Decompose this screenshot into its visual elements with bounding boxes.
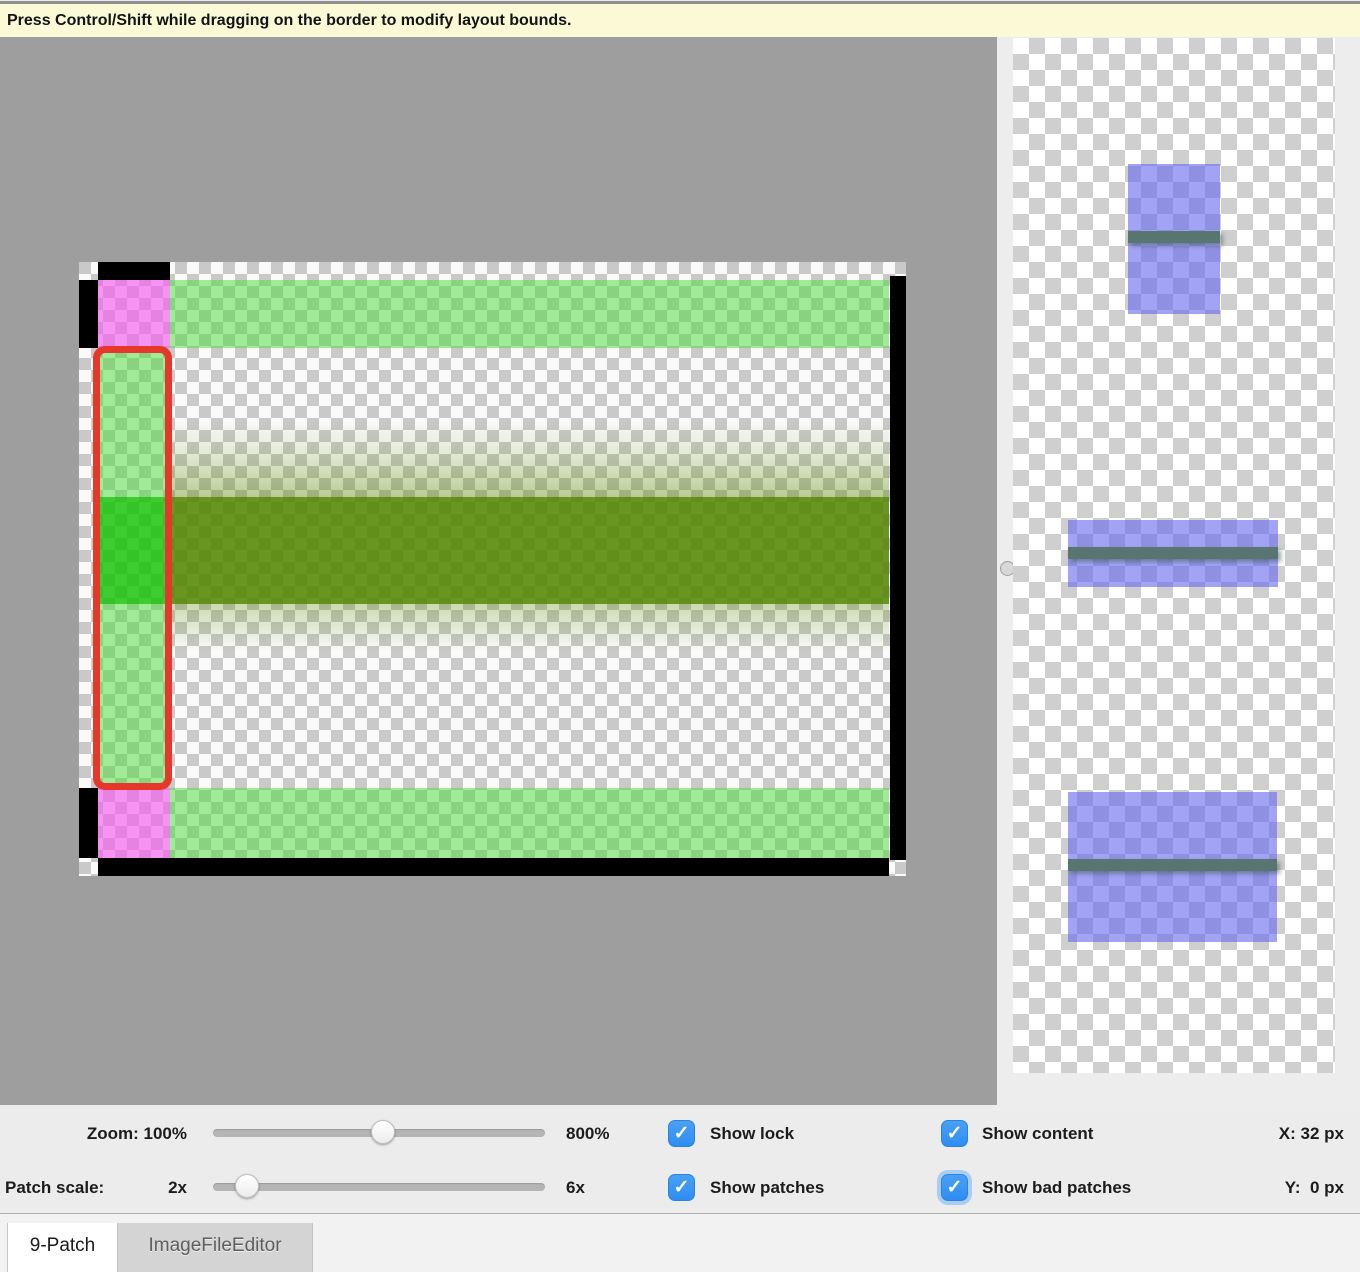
control-bar: Zoom: 100% 800% ✓ Show lock ✓ Show conte…: [0, 1105, 1360, 1213]
show-content-label[interactable]: Show content: [982, 1120, 1093, 1147]
cursor-x-readout: X: 32 px: [1238, 1120, 1344, 1147]
zoom-slider-thumb[interactable]: [371, 1120, 395, 1144]
zoom-max-label: 800%: [566, 1120, 609, 1147]
check-icon: ✓: [674, 1123, 690, 1144]
tab-bar: 9-Patch ImageFileEditor: [0, 1213, 1360, 1272]
stretch-marker-top[interactable]: [98, 262, 170, 280]
preview-divider-bar: [1068, 859, 1277, 871]
show-content-checkbox[interactable]: ✓: [941, 1120, 968, 1147]
check-icon: ✓: [947, 1123, 963, 1144]
padding-marker-bottom[interactable]: [98, 858, 889, 876]
patch-scale-slider-thumb[interactable]: [235, 1174, 259, 1198]
preview-divider-bar: [1068, 547, 1278, 559]
preview-checker: [1013, 38, 1335, 1073]
check-icon: ✓: [674, 1177, 690, 1198]
show-patches-label[interactable]: Show patches: [710, 1174, 824, 1201]
patch-scale-max-label: 6x: [566, 1174, 585, 1201]
hint-banner-text: Press Control/Shift while dragging on th…: [7, 12, 571, 29]
tab-9patch[interactable]: 9-Patch: [7, 1223, 118, 1272]
draw9patch-window: Press Control/Shift while dragging on th…: [0, 0, 1360, 1272]
zoom-value: 100%: [144, 1124, 187, 1143]
stretch-marker-left-upper[interactable]: [79, 280, 98, 348]
show-patches-checkbox[interactable]: ✓: [668, 1174, 695, 1201]
content-bar-band: [170, 497, 889, 604]
patch-scale-value: 2x: [120, 1174, 187, 1201]
zoom-label: Zoom: 100%: [0, 1120, 187, 1147]
corner-patch-top-left: [98, 280, 170, 348]
preview-vertical-stretch: [1128, 164, 1220, 314]
check-icon: ✓: [947, 1177, 963, 1198]
content-glow-below: [170, 604, 889, 652]
show-bad-patches-checkbox[interactable]: ✓: [941, 1174, 968, 1201]
padding-marker-right[interactable]: [890, 276, 906, 860]
patch-scale-slider-track[interactable]: [213, 1183, 545, 1191]
stretch-marker-left-lower[interactable]: [79, 788, 98, 858]
patch-scale-label: Patch scale:: [5, 1174, 104, 1201]
tab-imagefileeditor[interactable]: ImageFileEditor: [118, 1223, 313, 1272]
editor-pane: [0, 37, 997, 1105]
preview-both-stretch: [1068, 792, 1277, 942]
preview-divider-bar: [1128, 231, 1220, 243]
preview-pane: [997, 37, 1360, 1105]
stretch-band-top: [170, 280, 889, 348]
hint-banner: Press Control/Shift while dragging on th…: [0, 4, 1360, 37]
show-bad-patches-label[interactable]: Show bad patches: [982, 1174, 1131, 1201]
preview-horizontal-stretch: [1068, 520, 1278, 587]
show-lock-checkbox[interactable]: ✓: [668, 1120, 695, 1147]
show-lock-label[interactable]: Show lock: [710, 1120, 794, 1147]
cursor-y-readout: Y: 0 px: [1238, 1174, 1344, 1201]
corner-patch-bottom-left: [98, 788, 170, 858]
content-glow-above: [170, 420, 889, 497]
ninepatch-canvas[interactable]: [79, 262, 906, 876]
bad-patch-outline: [93, 346, 172, 790]
stretch-band-bottom: [170, 788, 889, 858]
